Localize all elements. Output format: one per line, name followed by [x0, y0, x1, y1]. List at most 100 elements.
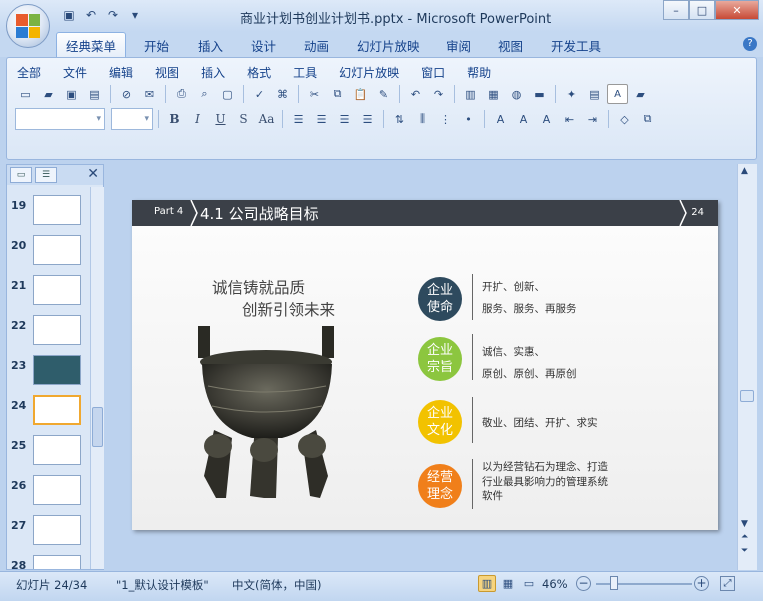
tab-animation[interactable]: 动画: [304, 36, 329, 55]
normal-view-icon[interactable]: ▥: [478, 575, 496, 592]
menu-window[interactable]: 窗口: [421, 64, 445, 81]
pdf-icon[interactable]: ▤: [84, 84, 105, 104]
format-painter-icon[interactable]: ✎: [373, 84, 394, 104]
align-right-icon[interactable]: ☰: [334, 109, 355, 129]
thumbnail-item[interactable]: 21: [9, 275, 91, 307]
close-button[interactable]: ✕: [715, 0, 759, 20]
folder-icon[interactable]: ▰: [630, 84, 651, 104]
menu-file[interactable]: 文件: [63, 64, 87, 81]
font-name-combo[interactable]: ▾: [15, 108, 105, 130]
menu-help[interactable]: 帮助: [467, 64, 491, 81]
textbox-icon[interactable]: A: [607, 84, 628, 104]
shapes-icon[interactable]: ◇: [614, 109, 635, 129]
web-icon[interactable]: ◍: [506, 84, 527, 104]
next-slide-icon[interactable]: ⏷: [741, 546, 748, 556]
layout-icon[interactable]: ▤: [584, 84, 605, 104]
font-color-icon[interactable]: A: [490, 109, 511, 129]
menu-slideshow[interactable]: 幻灯片放映: [339, 64, 399, 81]
menu-tools[interactable]: 工具: [293, 64, 317, 81]
table-icon[interactable]: ▦: [483, 84, 504, 104]
thumbnail-item-selected[interactable]: 24: [9, 395, 91, 427]
underline-button[interactable]: U: [210, 109, 231, 129]
zoom-level[interactable]: 46%: [542, 577, 568, 591]
scroll-up-icon[interactable]: ▲: [741, 166, 748, 176]
grow-font-icon[interactable]: A: [513, 109, 534, 129]
slideshow-view-icon[interactable]: ▭: [520, 575, 538, 592]
increase-indent-icon[interactable]: ⇥: [582, 109, 603, 129]
menu-all[interactable]: 全部: [17, 64, 41, 81]
tab-classic-menu[interactable]: 经典菜单: [56, 32, 127, 57]
slide-scroll-thumb[interactable]: [740, 390, 754, 402]
customize-qat-icon[interactable]: ▾: [126, 6, 144, 24]
redo-icon[interactable]: ↷: [428, 84, 449, 104]
align-center-icon[interactable]: ☰: [311, 109, 332, 129]
fit-to-window-icon[interactable]: ⤢: [720, 576, 735, 591]
shadow-button[interactable]: S: [233, 109, 254, 129]
align-left-icon[interactable]: ☰: [288, 109, 309, 129]
new-icon[interactable]: ▭: [15, 84, 36, 104]
scroll-down-icon[interactable]: ▼: [741, 519, 748, 529]
columns-icon[interactable]: ⫼: [412, 109, 433, 129]
slide-icon[interactable]: ▢: [217, 84, 238, 104]
italic-button[interactable]: I: [187, 109, 208, 129]
tab-view[interactable]: 视图: [498, 36, 523, 55]
thumbnail-item[interactable]: 28: [9, 555, 91, 569]
panel-scroll-thumb[interactable]: [92, 407, 103, 447]
save-icon[interactable]: ▣: [61, 84, 82, 104]
close-panel-icon[interactable]: ✕: [87, 166, 99, 182]
email-icon[interactable]: ✉: [139, 84, 160, 104]
chart-icon[interactable]: ▥: [460, 84, 481, 104]
arrange-icon[interactable]: ⧉: [637, 109, 658, 129]
thumbnail-item[interactable]: 22: [9, 315, 91, 347]
decrease-indent-icon[interactable]: ⇤: [559, 109, 580, 129]
copy-icon[interactable]: ⧉: [327, 84, 348, 104]
undo-icon[interactable]: ↶: [82, 6, 100, 24]
save-icon[interactable]: ▣: [60, 6, 78, 24]
tab-insert[interactable]: 插入: [198, 36, 223, 55]
change-case-button[interactable]: Aa: [256, 109, 277, 129]
panel-scrollbar[interactable]: [90, 187, 104, 569]
thumbnail-item[interactable]: 19: [9, 195, 91, 227]
menu-edit[interactable]: 编辑: [109, 64, 133, 81]
menu-insert[interactable]: 插入: [201, 64, 225, 81]
spelling-icon[interactable]: ✓: [249, 84, 270, 104]
menu-view[interactable]: 视图: [155, 64, 179, 81]
zoom-out-icon[interactable]: −: [576, 576, 591, 591]
permission-icon[interactable]: ⊘: [116, 84, 137, 104]
tab-developer[interactable]: 开发工具: [551, 36, 601, 55]
text-direction-icon[interactable]: ⇅: [389, 109, 410, 129]
thumbnail-item[interactable]: 20: [9, 235, 91, 267]
open-icon[interactable]: ▰: [38, 84, 59, 104]
minimize-button[interactable]: –: [663, 0, 689, 20]
slide-scrollbar[interactable]: ▲ ▼ ⏶ ⏷: [737, 164, 757, 570]
print-preview-icon[interactable]: ⌕: [194, 84, 215, 104]
shrink-font-icon[interactable]: A: [536, 109, 557, 129]
font-size-combo[interactable]: ▾: [111, 108, 153, 130]
previous-slide-icon[interactable]: ⏶: [741, 532, 748, 542]
numbering-icon[interactable]: ⋮: [435, 109, 456, 129]
redo-icon[interactable]: ↷: [104, 6, 122, 24]
research-icon[interactable]: ⌘: [272, 84, 293, 104]
new-slide-icon[interactable]: ✦: [561, 84, 582, 104]
office-button[interactable]: [6, 4, 50, 48]
zoom-in-icon[interactable]: +: [694, 576, 709, 591]
slides-tab[interactable]: ▭: [10, 167, 32, 183]
thumbnail-item[interactable]: 25: [9, 435, 91, 467]
tab-slideshow[interactable]: 幻灯片放映: [357, 36, 420, 55]
tab-home[interactable]: 开始: [144, 36, 169, 55]
zoom-slider-thumb[interactable]: [610, 576, 618, 590]
cut-icon[interactable]: ✂: [304, 84, 325, 104]
print-icon[interactable]: ⎙: [171, 84, 192, 104]
undo-icon[interactable]: ↶: [405, 84, 426, 104]
help-icon[interactable]: ?: [743, 37, 757, 51]
slide-sorter-icon[interactable]: ▦: [499, 575, 517, 592]
menu-format[interactable]: 格式: [247, 64, 271, 81]
tab-design[interactable]: 设计: [251, 36, 276, 55]
thumbnail-item[interactable]: 23: [9, 355, 91, 387]
paste-icon[interactable]: 📋: [350, 84, 371, 104]
bold-button[interactable]: B: [164, 109, 185, 129]
slide[interactable]: Part 4 4.1 公司战略目标 24 诚信铸就品质 创新引领未来 企业 使命…: [132, 200, 718, 530]
tab-review[interactable]: 审阅: [446, 36, 471, 55]
color-icon[interactable]: ▬: [529, 84, 550, 104]
bullets-icon[interactable]: •: [458, 109, 479, 129]
